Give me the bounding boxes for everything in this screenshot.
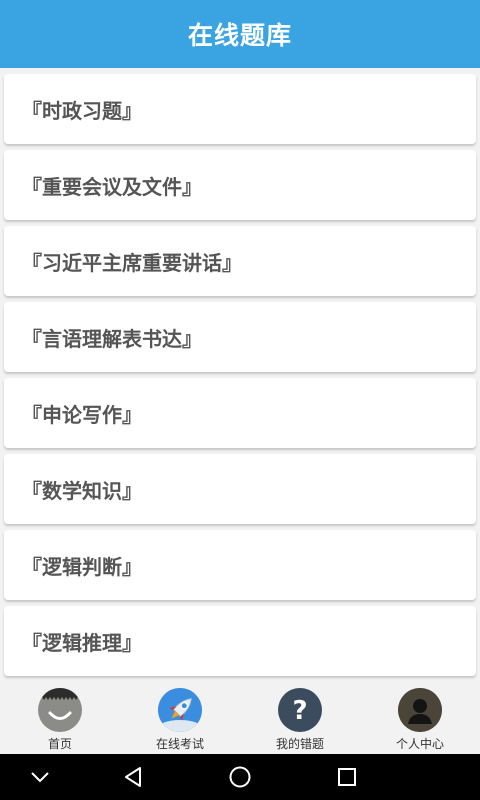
tab-label: 我的错题 <box>275 737 324 751</box>
home-button[interactable] <box>210 754 270 800</box>
tab-label: 个人中心 <box>395 737 444 751</box>
question-mark-icon: ? <box>278 688 322 732</box>
list-item-verbal-comprehension[interactable]: 『言语理解表书达』 <box>4 302 476 372</box>
tab-my-mistakes[interactable]: ? 我的错题 <box>240 684 360 754</box>
tab-home[interactable]: 首页 <box>0 684 120 754</box>
list-item-logic-judgement[interactable]: 『逻辑判断』 <box>4 530 476 600</box>
list-item-label: 『逻辑推理』 <box>22 630 142 655</box>
tab-online-exam[interactable]: 在线考试 <box>120 684 240 754</box>
collapse-icon <box>31 772 49 783</box>
tab-label: 首页 <box>47 737 72 751</box>
list-item-label: 『时政习题』 <box>22 98 142 123</box>
system-nav-bar <box>0 754 480 800</box>
list-item-current-affairs[interactable]: 『时政习题』 <box>4 74 476 144</box>
question-bank-list: 『时政习题』 『重要会议及文件』 『习近平主席重要讲话』 『言语理解表书达』 『… <box>0 68 480 676</box>
rocket-icon <box>158 688 202 732</box>
svg-text:?: ? <box>292 696 307 726</box>
list-item-speeches[interactable]: 『习近平主席重要讲话』 <box>4 226 476 296</box>
list-item-label: 『习近平主席重要讲话』 <box>22 250 242 275</box>
tab-label: 在线考试 <box>155 737 204 751</box>
back-button[interactable] <box>103 754 163 800</box>
recents-icon <box>338 768 356 786</box>
smile-face-icon <box>38 688 82 732</box>
list-item-essay-writing[interactable]: 『申论写作』 <box>4 378 476 448</box>
list-item-math[interactable]: 『数学知识』 <box>4 454 476 524</box>
list-item-label: 『重要会议及文件』 <box>22 174 202 199</box>
back-icon <box>125 767 141 787</box>
tab-profile[interactable]: 个人中心 <box>360 684 480 754</box>
app-header: 在线题库 <box>0 0 480 68</box>
collapse-button[interactable] <box>10 754 70 800</box>
bottom-tab-bar: 首页 在线考试 ? 我的错题 个人中心 <box>0 684 480 754</box>
person-icon <box>398 688 442 732</box>
list-item-label: 『逻辑判断』 <box>22 554 142 579</box>
list-item-label: 『申论写作』 <box>22 402 142 427</box>
home-icon <box>229 766 251 788</box>
page-title: 在线题库 <box>187 21 292 50</box>
list-item-label: 『数学知识』 <box>22 478 142 503</box>
list-item-label: 『言语理解表书达』 <box>22 326 202 351</box>
list-item-meetings-documents[interactable]: 『重要会议及文件』 <box>4 150 476 220</box>
list-item-logic-reasoning[interactable]: 『逻辑推理』 <box>4 606 476 676</box>
recents-button[interactable] <box>317 754 377 800</box>
